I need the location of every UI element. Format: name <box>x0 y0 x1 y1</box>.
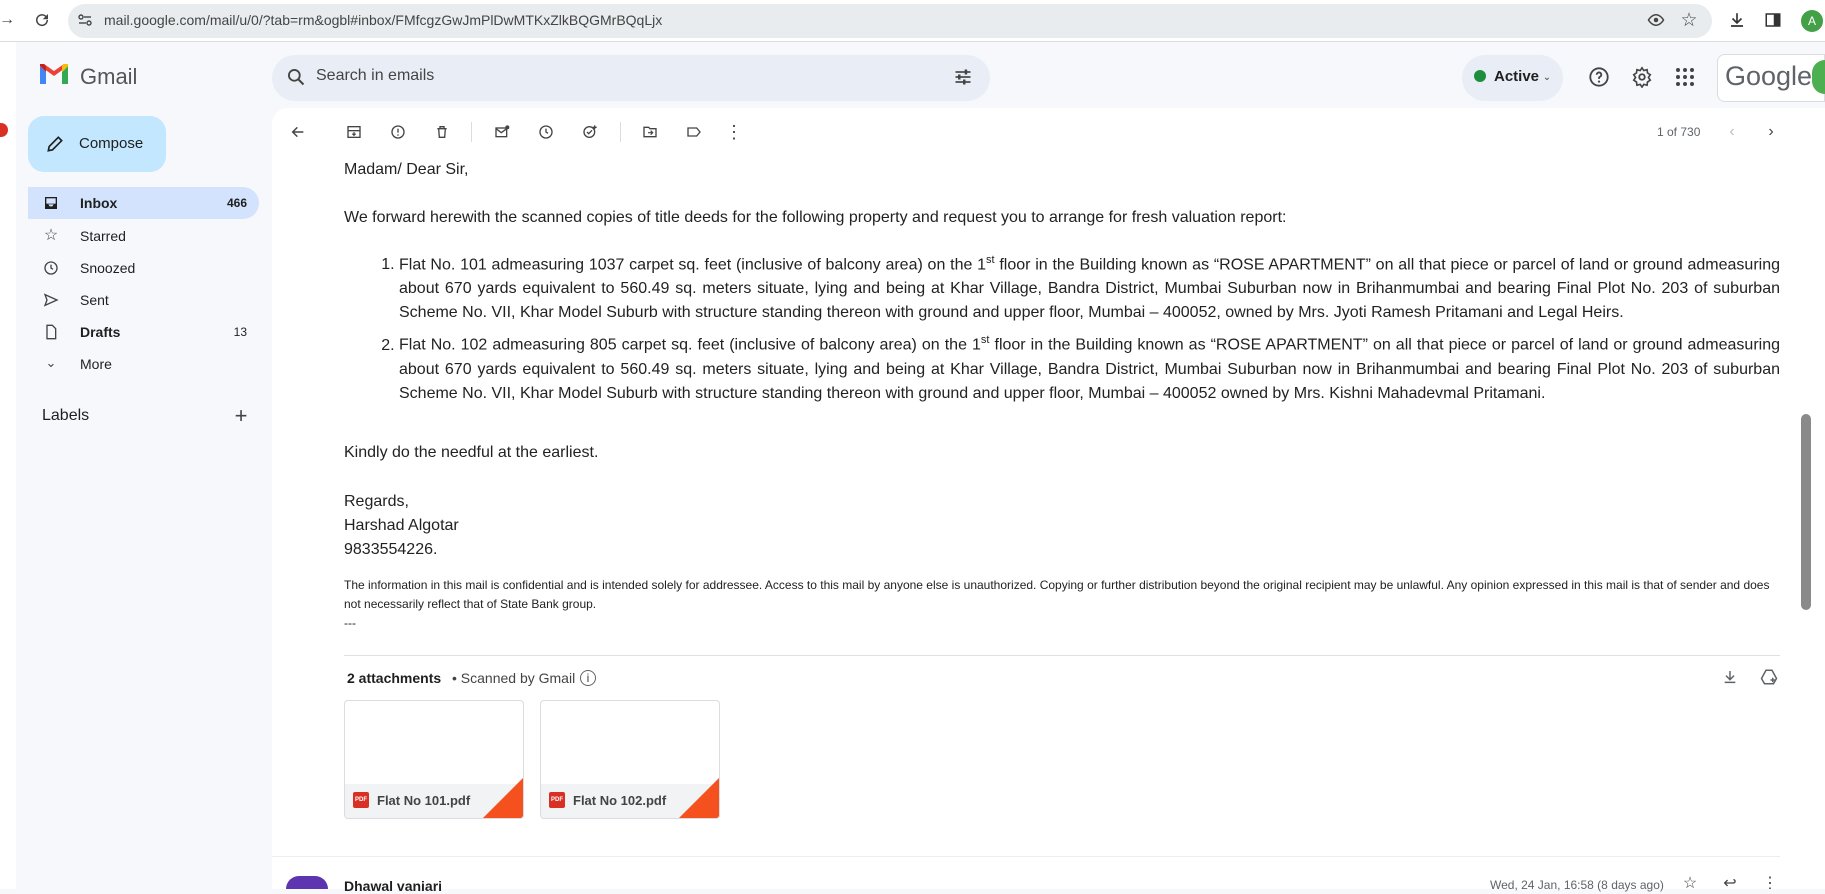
email-body: Madam/ Dear Sir, We forward herewith the… <box>344 159 1780 632</box>
status-label: Active <box>1494 68 1540 85</box>
attachment-filename: Flat No 102.pdf <box>573 793 667 808</box>
sidebar-item-label: Drafts <box>80 324 121 340</box>
page-curl-icon <box>483 778 523 818</box>
reload-icon[interactable] <box>30 8 54 32</box>
sidebar-item-label: Inbox <box>80 195 118 211</box>
star-message-icon[interactable]: ☆ <box>1680 876 1700 889</box>
scanned-note: • Scanned by Gmail <box>452 670 576 686</box>
signature-name: Harshad Algotar <box>344 516 459 534</box>
labels-heading: Labels <box>42 407 90 424</box>
snooze-clock-icon[interactable] <box>535 121 557 143</box>
sidebar-item-label: More <box>80 356 112 372</box>
mark-unread-icon[interactable] <box>491 121 513 143</box>
regards: Regards, <box>344 492 409 510</box>
attachment-filename: Flat No 101.pdf <box>377 793 471 808</box>
back-arrow-icon[interactable] <box>287 121 309 143</box>
archive-icon[interactable] <box>343 121 365 143</box>
sidebar-item-label: Starred <box>80 228 126 244</box>
left-edge-panel <box>0 42 16 889</box>
divider <box>344 655 1780 656</box>
sidebar-item-label: Snoozed <box>80 260 136 276</box>
draft-count: 13 <box>233 325 247 339</box>
clock-icon <box>42 259 60 277</box>
signature-dashes: --- <box>344 615 356 630</box>
message-date: Wed, 24 Jan, 16:58 (8 days ago) <box>1490 878 1664 892</box>
sidebar-item-drafts[interactable]: Drafts 13 <box>28 316 259 348</box>
sidebar-item-label: Sent <box>80 292 109 308</box>
search-icon[interactable] <box>284 65 308 89</box>
add-label-icon[interactable]: + <box>230 403 252 428</box>
account-avatar[interactable] <box>1812 60 1825 94</box>
label-tag-icon[interactable] <box>683 121 705 143</box>
sidebar-item-more[interactable]: ⌄ More <box>28 348 259 380</box>
profile-avatar[interactable]: A <box>1801 10 1823 32</box>
move-to-folder-icon[interactable] <box>639 121 661 143</box>
save-to-drive-icon[interactable] <box>1758 666 1780 688</box>
draft-icon <box>42 323 60 341</box>
attachments-title: 2 attachments <box>347 670 442 686</box>
send-icon <box>42 291 60 309</box>
star-icon: ☆ <box>43 227 59 244</box>
sender-name[interactable]: Dhawal vaniari <box>344 878 442 894</box>
eye-icon[interactable] <box>1645 9 1667 31</box>
greeting: Madam/ Dear Sir, <box>344 161 469 178</box>
pdf-icon: PDF <box>549 792 565 808</box>
google-logo-text: Google <box>1725 61 1813 91</box>
forward-icon[interactable]: → <box>0 9 15 31</box>
property-list: Flat No. 101 admeasuring 1037 carpet sq.… <box>344 248 1780 406</box>
sender-avatar[interactable] <box>286 876 328 889</box>
sidebar-item-inbox[interactable]: Inbox 466 <box>28 187 259 219</box>
attachment-card[interactable]: PDF Flat No 102.pdf <box>540 700 720 819</box>
sidebar-item-snoozed[interactable]: Snoozed <box>28 252 259 284</box>
message-divider <box>272 856 1780 857</box>
site-info-icon[interactable] <box>76 11 94 29</box>
page-curl-icon <box>679 778 719 818</box>
unread-count: 466 <box>226 196 247 210</box>
closing-line: Kindly do the needful at the earliest. <box>344 443 599 461</box>
signature-phone: 9833554226. <box>344 540 438 558</box>
add-to-tasks-icon[interactable] <box>579 121 601 143</box>
status-dot <box>1474 70 1486 82</box>
inbox-icon <box>42 194 60 212</box>
delete-trash-icon[interactable] <box>431 121 453 143</box>
more-options-icon[interactable]: ⋮ <box>723 121 745 143</box>
report-spam-icon[interactable] <box>387 121 409 143</box>
intro-paragraph: We forward herewith the scanned copies o… <box>344 209 1287 226</box>
search-input[interactable]: Search in emails <box>316 67 434 85</box>
help-icon[interactable] <box>1586 64 1612 90</box>
bookmark-star-icon[interactable]: ☆ <box>1677 8 1701 32</box>
list-item: Flat No. 101 admeasuring 1037 carpet sq.… <box>399 248 1780 325</box>
scrollbar-thumb[interactable] <box>1801 414 1811 610</box>
chevron-down-icon: ⌄ <box>1542 71 1552 83</box>
url-text[interactable]: mail.google.com/mail/u/0/?tab=rm&ogbl#in… <box>104 12 662 28</box>
sidebar-item-starred[interactable]: ☆ Starred <box>28 220 259 252</box>
sidebar-item-sent[interactable]: Sent <box>28 284 259 316</box>
message-counter: 1 of 730 <box>1657 125 1701 139</box>
newer-chevron-left-icon[interactable]: ‹ <box>1721 121 1743 143</box>
chevron-down-icon: ⌄ <box>45 355 57 370</box>
older-chevron-right-icon[interactable]: › <box>1760 121 1782 143</box>
pencil-icon <box>43 132 67 156</box>
search-options-icon[interactable] <box>951 65 975 89</box>
settings-gear-icon[interactable] <box>1629 64 1655 90</box>
message-more-icon[interactable]: ⋮ <box>1760 876 1780 889</box>
disclaimer: The information in this mail is confiden… <box>344 577 1770 611</box>
toolbar-divider <box>471 122 472 142</box>
compose-label: Compose <box>79 135 144 152</box>
attachment-card[interactable]: PDF Flat No 101.pdf <box>344 700 524 819</box>
reply-icon[interactable]: ↩ <box>1720 876 1740 889</box>
toolbar-divider <box>620 122 621 142</box>
pdf-icon: PDF <box>353 792 369 808</box>
info-icon[interactable]: i <box>580 670 596 686</box>
gmail-logo-icon[interactable] <box>38 62 70 91</box>
apps-grid-icon[interactable] <box>1672 64 1698 90</box>
app-name[interactable]: Gmail <box>80 64 137 90</box>
download-icon[interactable] <box>1725 8 1749 32</box>
list-item: Flat No. 102 admeasuring 805 carpet sq. … <box>399 328 1780 405</box>
download-all-icon[interactable] <box>1719 666 1741 688</box>
side-panel-icon[interactable] <box>1761 8 1785 32</box>
